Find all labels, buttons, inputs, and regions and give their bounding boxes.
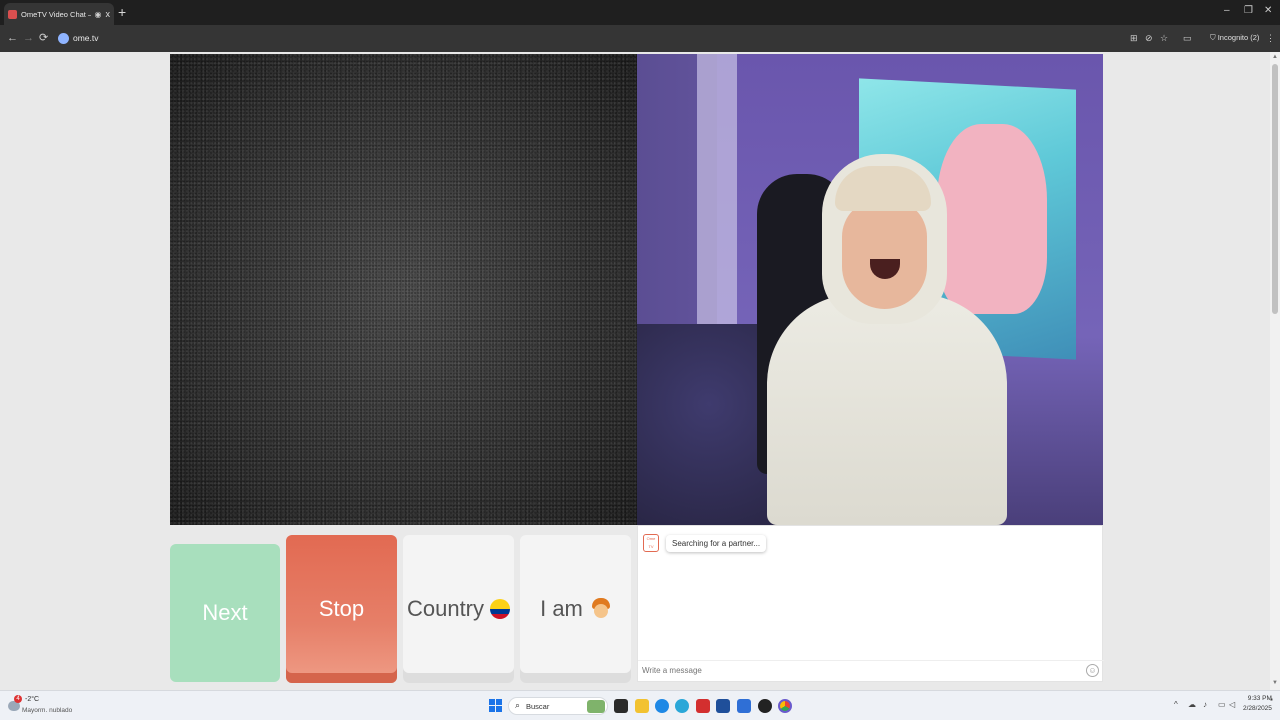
side-panel-icon[interactable]: ▭ xyxy=(1183,33,1192,44)
video-person-cap xyxy=(835,166,931,211)
partner-video-static xyxy=(170,54,637,525)
video-door xyxy=(697,54,737,354)
chat-input-row: ☺ xyxy=(638,660,1104,682)
site-info-icon[interactable] xyxy=(58,33,69,44)
translate-icon[interactable]: ⊞ xyxy=(1130,33,1138,44)
blue-app-icon[interactable] xyxy=(716,699,730,713)
browser-tab-bar: OmeTV Video Chat — Ome ◉ x + – ❐ ✕ xyxy=(0,0,1280,25)
forward-button[interactable]: → xyxy=(23,32,34,44)
search-highlight-icon xyxy=(587,700,605,713)
ometv-page: Next Stop Country I am Ome TV Searching … xyxy=(0,52,1270,690)
scrollbar-thumb[interactable] xyxy=(1272,64,1278,314)
incognito-icon: ⛉ xyxy=(1210,33,1218,42)
tray-volume-icon[interactable]: ◁ xyxy=(1229,700,1235,709)
video-person-body xyxy=(767,294,1007,525)
emoji-icon[interactable]: ☺ xyxy=(1086,664,1099,677)
country-button[interactable]: Country xyxy=(403,535,514,683)
search-label: Buscar xyxy=(526,702,550,711)
stop-button[interactable]: Stop xyxy=(286,535,397,683)
bookmark-star-icon[interactable]: ☆ xyxy=(1160,33,1168,44)
tray-chevron-icon[interactable]: ^ xyxy=(1174,700,1178,709)
clock-date: 2/28/2025 xyxy=(1243,705,1272,712)
new-tab-button[interactable]: + xyxy=(118,4,126,20)
browser-toolbar: ← → ⟳ ome.tv ⊞ ⊘ ☆ ▭ ⛉ Incognito (2) ⋮ xyxy=(0,25,1280,52)
tab-title: OmeTV Video Chat — Ome xyxy=(21,9,91,19)
weather-condition[interactable]: Mayorm. nublado xyxy=(22,707,72,714)
country-label: Country xyxy=(406,596,485,621)
colombia-flag-icon xyxy=(490,599,511,619)
boy-emoji-icon xyxy=(591,598,611,620)
self-camera-video xyxy=(637,54,1103,525)
video-person-face xyxy=(842,199,927,309)
copilot-icon[interactable] xyxy=(675,699,689,713)
video-cartoon xyxy=(937,124,1047,314)
ometv-favicon-icon xyxy=(8,9,17,19)
status-message: Searching for a partner... xyxy=(666,535,767,552)
close-tab-icon[interactable]: x xyxy=(106,9,111,19)
search-icon: ⌕ xyxy=(515,700,521,710)
notification-icon[interactable]: ▪ xyxy=(1270,695,1273,704)
eye-off-icon[interactable]: ⊘ xyxy=(1145,33,1153,44)
tray-display-icon[interactable]: ▭ xyxy=(1218,700,1226,709)
gender-button[interactable]: I am xyxy=(520,535,631,683)
speaker-icon[interactable]: ◉ xyxy=(95,10,102,19)
menu-kebab-icon[interactable]: ⋮ xyxy=(1266,33,1275,44)
chat-panel: Ome TV Searching for a partner... ☺ xyxy=(637,525,1104,682)
task-view-icon[interactable] xyxy=(614,699,628,713)
clock-time: 9:33 PM xyxy=(1247,695,1272,702)
message-input[interactable] xyxy=(642,666,1062,675)
red-app-icon[interactable] xyxy=(696,699,710,713)
reload-button[interactable]: ⟳ xyxy=(39,32,48,44)
tray-mic-icon[interactable]: ♪ xyxy=(1203,700,1207,709)
weather-badge: 4 xyxy=(14,695,22,703)
file-explorer-icon[interactable] xyxy=(635,699,649,713)
chrome-icon[interactable] xyxy=(778,699,792,713)
taskbar-search[interactable]: ⌕ Buscar xyxy=(508,697,608,715)
scroll-down-icon[interactable]: ▼ xyxy=(1272,680,1278,686)
ometv-logo-icon: Ome TV xyxy=(643,534,659,552)
page-scrollbar[interactable]: ▲ ▼ xyxy=(1270,52,1280,690)
restore-button[interactable]: ❐ xyxy=(1244,5,1253,16)
back-button[interactable]: ← xyxy=(7,32,18,44)
scroll-up-icon[interactable]: ▲ xyxy=(1272,54,1278,60)
gender-label: I am xyxy=(540,596,583,621)
close-window-button[interactable]: ✕ xyxy=(1264,5,1272,16)
tray-cloud-icon[interactable]: ☁ xyxy=(1188,700,1196,709)
next-button[interactable]: Next xyxy=(170,544,280,682)
address-input[interactable]: ome.tv xyxy=(73,33,99,43)
start-windows-icon[interactable] xyxy=(489,699,502,712)
taskbar-clock[interactable]: 9:33 PM 2/28/2025 xyxy=(1243,694,1272,714)
browser-tab[interactable]: OmeTV Video Chat — Ome ◉ x xyxy=(4,3,114,25)
incognito-profile-button[interactable]: ⛉ Incognito (2) xyxy=(1210,33,1259,43)
incognito-label: Incognito (2) xyxy=(1217,33,1260,42)
minimize-button[interactable]: – xyxy=(1224,5,1230,16)
azure-app-icon[interactable] xyxy=(737,699,751,713)
obs-icon[interactable] xyxy=(758,699,772,713)
weather-temp[interactable]: -2°C xyxy=(25,696,39,703)
windows-taskbar: 4 -2°C Mayorm. nublado ⌕ Buscar ^ ☁ ♪ ▭ … xyxy=(0,690,1280,720)
edge-icon[interactable] xyxy=(655,699,669,713)
